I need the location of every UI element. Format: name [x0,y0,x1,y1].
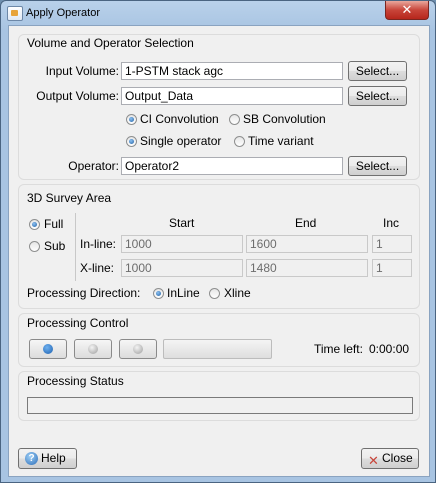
processing-control-title: Processing Control [27,316,129,330]
operator-label: Operator: [68,159,119,173]
xline-direction-radio[interactable] [209,288,220,299]
processing-progress-bar [163,339,272,359]
ci-convolution-label[interactable]: CI Convolution [140,112,219,126]
play-icon [43,344,53,354]
inline-inc-field[interactable]: 1 [372,235,412,253]
single-operator-label[interactable]: Single operator [140,134,221,148]
window-close-button[interactable]: ✕ [385,1,429,20]
inline-direction-radio[interactable] [153,288,164,299]
close-x-icon: ✕ [368,453,379,468]
close-button[interactable]: ✕ Close [361,448,419,469]
single-operator-radio[interactable] [126,136,137,147]
processing-status-title: Processing Status [27,374,124,388]
input-volume-label: Input Volume: [45,64,119,78]
input-volume-select-button[interactable]: Select... [348,61,407,81]
ci-convolution-radio[interactable] [126,114,137,125]
processing-control-group: Processing Control Time left: 0:00:00 [18,313,420,367]
app-icon [7,6,23,21]
volume-operator-group: Volume and Operator Selection Input Volu… [18,34,420,180]
time-left-label: Time left: [314,342,363,356]
operator-select-button[interactable]: Select... [348,156,407,176]
sb-convolution-radio[interactable] [229,114,240,125]
survey-area-group: 3D Survey Area Full Sub Start End Inc In… [18,184,420,309]
window-title: Apply Operator [26,7,100,19]
help-label: Help [41,451,66,465]
inline-end-field[interactable]: 1600 [246,235,368,253]
output-volume-select-button[interactable]: Select... [348,86,407,106]
help-button[interactable]: ? Help [18,448,77,469]
stop-button[interactable] [119,339,157,359]
title-bar[interactable]: Apply Operator ✕ [1,1,435,25]
volume-section-title: Volume and Operator Selection [27,36,194,50]
xline-start-field[interactable]: 1000 [121,259,243,277]
processing-status-group: Processing Status [18,371,420,421]
start-column-header: Start [169,216,195,230]
full-area-label[interactable]: Full [44,217,63,231]
operator-field[interactable]: Operator2 [121,157,343,175]
sub-area-radio[interactable] [29,241,40,252]
area-divider [75,213,76,281]
output-volume-label: Output Volume: [36,89,119,103]
inline-label: In-line: [80,237,117,251]
time-left-value: 0:00:00 [369,342,410,356]
input-volume-field[interactable]: 1-PSTM stack agc [121,62,343,80]
xline-end-field[interactable]: 1480 [246,259,368,277]
xline-label: X-line: [80,261,115,275]
dialog-body: Volume and Operator Selection Input Volu… [8,25,430,477]
processing-status-field [27,397,413,414]
play-button[interactable] [29,339,67,359]
full-area-radio[interactable] [29,219,40,230]
inc-column-header: Inc [383,216,400,230]
help-icon: ? [25,452,38,465]
pause-icon [88,344,98,354]
sub-area-label[interactable]: Sub [44,239,65,253]
inline-start-field[interactable]: 1000 [121,235,243,253]
pause-button[interactable] [74,339,112,359]
close-label: Close [382,451,413,465]
sb-convolution-label[interactable]: SB Convolution [243,112,326,126]
output-volume-field[interactable]: Output_Data [121,87,343,105]
xline-inc-field[interactable]: 1 [372,259,412,277]
end-column-header: End [295,216,317,230]
dialog-window: Apply Operator ✕ Volume and Operator Sel… [0,0,436,483]
processing-direction-label: Processing Direction: [27,286,141,300]
survey-section-title: 3D Survey Area [27,191,112,205]
inline-direction-label[interactable]: InLine [167,286,200,300]
time-variant-radio[interactable] [234,136,245,147]
xline-direction-label[interactable]: Xline [224,286,251,300]
time-variant-label[interactable]: Time variant [248,134,314,148]
stop-icon [133,344,143,354]
